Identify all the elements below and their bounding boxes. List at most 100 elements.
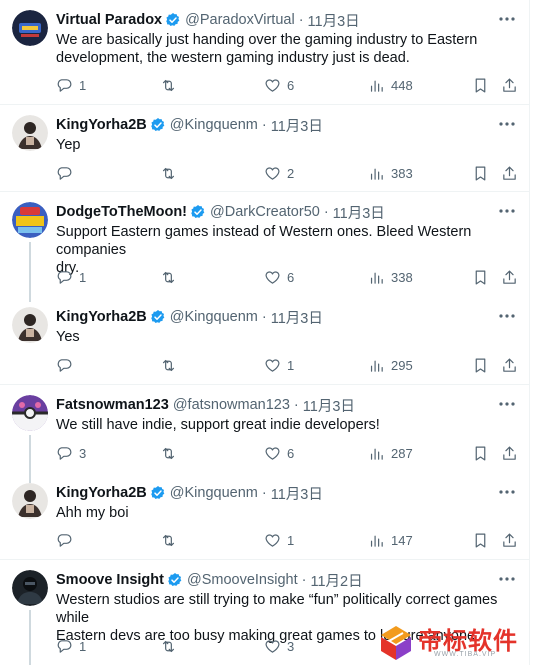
- tweet[interactable]: DodgeToTheMoon! @DarkCreator50 · 11月3日 S…: [0, 202, 530, 302]
- action-bar: 3 6 287: [56, 443, 518, 463]
- view-count: 147: [391, 532, 413, 548]
- like-button[interactable]: 3: [264, 636, 297, 656]
- tweet-text: Yep: [56, 136, 521, 154]
- display-name[interactable]: Fatsnowman123: [56, 397, 169, 413]
- views-button[interactable]: 295: [368, 355, 413, 375]
- reply-button[interactable]: 3: [56, 443, 89, 463]
- like-button[interactable]: 1: [264, 355, 297, 375]
- share-button[interactable]: [501, 75, 518, 95]
- views-button[interactable]: 147: [368, 530, 413, 550]
- like-button[interactable]: 1: [264, 530, 297, 550]
- reply-button[interactable]: 1: [56, 636, 89, 656]
- reply-button[interactable]: [56, 163, 89, 183]
- views-button[interactable]: 448: [368, 75, 413, 95]
- reply-button[interactable]: 1: [56, 75, 89, 95]
- user-handle[interactable]: @Kingquenm: [170, 485, 258, 501]
- reply-count: 1: [79, 269, 87, 285]
- views-button[interactable]: 287: [368, 443, 413, 463]
- repost-button[interactable]: [160, 163, 193, 183]
- display-name[interactable]: KingYorha2B: [56, 117, 147, 133]
- tweet-header: Virtual Paradox @ParadoxVirtual · 11月3日: [56, 10, 490, 30]
- divider: [0, 191, 530, 192]
- more-options-icon[interactable]: [498, 309, 516, 323]
- smoove-insight-avatar[interactable]: [12, 570, 48, 606]
- virtual-paradox-avatar[interactable]: [12, 10, 48, 46]
- bookmark-button[interactable]: [472, 163, 489, 183]
- more-options-icon[interactable]: [498, 397, 516, 411]
- repost-button[interactable]: [160, 636, 193, 656]
- separator-dot: ·: [261, 309, 267, 325]
- bookmark-icon: [475, 166, 486, 180]
- like-button[interactable]: 6: [264, 443, 297, 463]
- post-date[interactable]: 11月3日: [271, 115, 323, 136]
- user-handle[interactable]: @Kingquenm: [170, 309, 258, 325]
- bookmark-button[interactable]: [472, 443, 489, 463]
- post-date[interactable]: 11月3日: [333, 202, 385, 223]
- repost-button[interactable]: [160, 267, 193, 287]
- post-date[interactable]: 11月2日: [310, 570, 362, 591]
- reply-button[interactable]: [56, 355, 89, 375]
- display-name[interactable]: DodgeToTheMoon!: [56, 204, 187, 220]
- more-options-icon[interactable]: [498, 117, 516, 131]
- masterball-avatar[interactable]: [12, 395, 48, 431]
- repost-button[interactable]: [160, 443, 193, 463]
- bookmark-button[interactable]: [472, 267, 489, 287]
- user-handle[interactable]: @Kingquenm: [170, 117, 258, 133]
- reply-button[interactable]: 1: [56, 267, 89, 287]
- post-date[interactable]: 11月3日: [308, 10, 360, 31]
- kingyorha2b-avatar[interactable]: [12, 307, 48, 343]
- like-button[interactable]: 6: [264, 267, 297, 287]
- repost-button[interactable]: [160, 75, 193, 95]
- bookmark-button[interactable]: [472, 75, 489, 95]
- display-name[interactable]: Virtual Paradox: [56, 12, 162, 28]
- thread-line: [29, 435, 31, 483]
- user-handle[interactable]: @ParadoxVirtual: [185, 12, 295, 28]
- like-button[interactable]: 6: [264, 75, 297, 95]
- kingyorha2b-avatar[interactable]: [12, 483, 48, 519]
- repost-button[interactable]: [160, 355, 193, 375]
- share-button[interactable]: [501, 355, 518, 375]
- bookmark-icon: [475, 78, 486, 92]
- user-handle[interactable]: @SmooveInsight: [187, 572, 298, 588]
- reply-button[interactable]: [56, 530, 89, 550]
- views-button[interactable]: 338: [368, 267, 413, 287]
- kingyorha2b-avatar[interactable]: [12, 115, 48, 151]
- views-icon: [370, 168, 383, 180]
- dodgetothemoon-avatar[interactable]: [12, 202, 48, 238]
- tweet-header: DodgeToTheMoon! @DarkCreator50 · 11月3日: [56, 202, 490, 222]
- more-options-icon[interactable]: [498, 485, 516, 499]
- separator-dot: ·: [301, 572, 307, 588]
- post-date[interactable]: 11月3日: [271, 307, 323, 328]
- tweet-header: Fatsnowman123 @fatsnowman123 · 11月3日: [56, 395, 490, 415]
- repost-button[interactable]: [160, 530, 193, 550]
- share-icon: [503, 270, 516, 284]
- tweet[interactable]: Fatsnowman123 @fatsnowman123 · 11月3日 We …: [0, 395, 530, 483]
- tweet[interactable]: KingYorha2B @Kingquenm · 11月3日 Yes 1 295: [0, 307, 530, 379]
- share-icon: [503, 446, 516, 460]
- action-bar: 1 147: [56, 530, 518, 550]
- like-button[interactable]: 2: [264, 163, 297, 183]
- display-name[interactable]: KingYorha2B: [56, 485, 147, 501]
- heart-icon: [265, 446, 280, 460]
- user-handle[interactable]: @DarkCreator50: [210, 204, 320, 220]
- display-name[interactable]: Smoove Insight: [56, 572, 164, 588]
- views-icon: [370, 360, 383, 372]
- more-options-icon[interactable]: [498, 12, 516, 26]
- tweet[interactable]: KingYorha2B @Kingquenm · 11月3日 Ahh my bo…: [0, 483, 530, 553]
- bookmark-button[interactable]: [472, 530, 489, 550]
- views-button[interactable]: 383: [368, 163, 413, 183]
- post-date[interactable]: 11月3日: [271, 483, 323, 504]
- share-button[interactable]: [501, 267, 518, 287]
- share-button[interactable]: [501, 530, 518, 550]
- display-name[interactable]: KingYorha2B: [56, 309, 147, 325]
- bookmark-button[interactable]: [472, 355, 489, 375]
- tweet[interactable]: Virtual Paradox @ParadoxVirtual · 11月3日 …: [0, 10, 530, 95]
- more-options-icon[interactable]: [498, 572, 516, 586]
- share-button[interactable]: [501, 443, 518, 463]
- share-button[interactable]: [501, 163, 518, 183]
- user-handle[interactable]: @fatsnowman123: [173, 397, 290, 413]
- post-date[interactable]: 11月3日: [303, 395, 355, 416]
- tweet[interactable]: KingYorha2B @Kingquenm · 11月3日 Yep 2 383: [0, 115, 530, 185]
- verified-badge-icon: [151, 118, 165, 131]
- more-options-icon[interactable]: [498, 204, 516, 218]
